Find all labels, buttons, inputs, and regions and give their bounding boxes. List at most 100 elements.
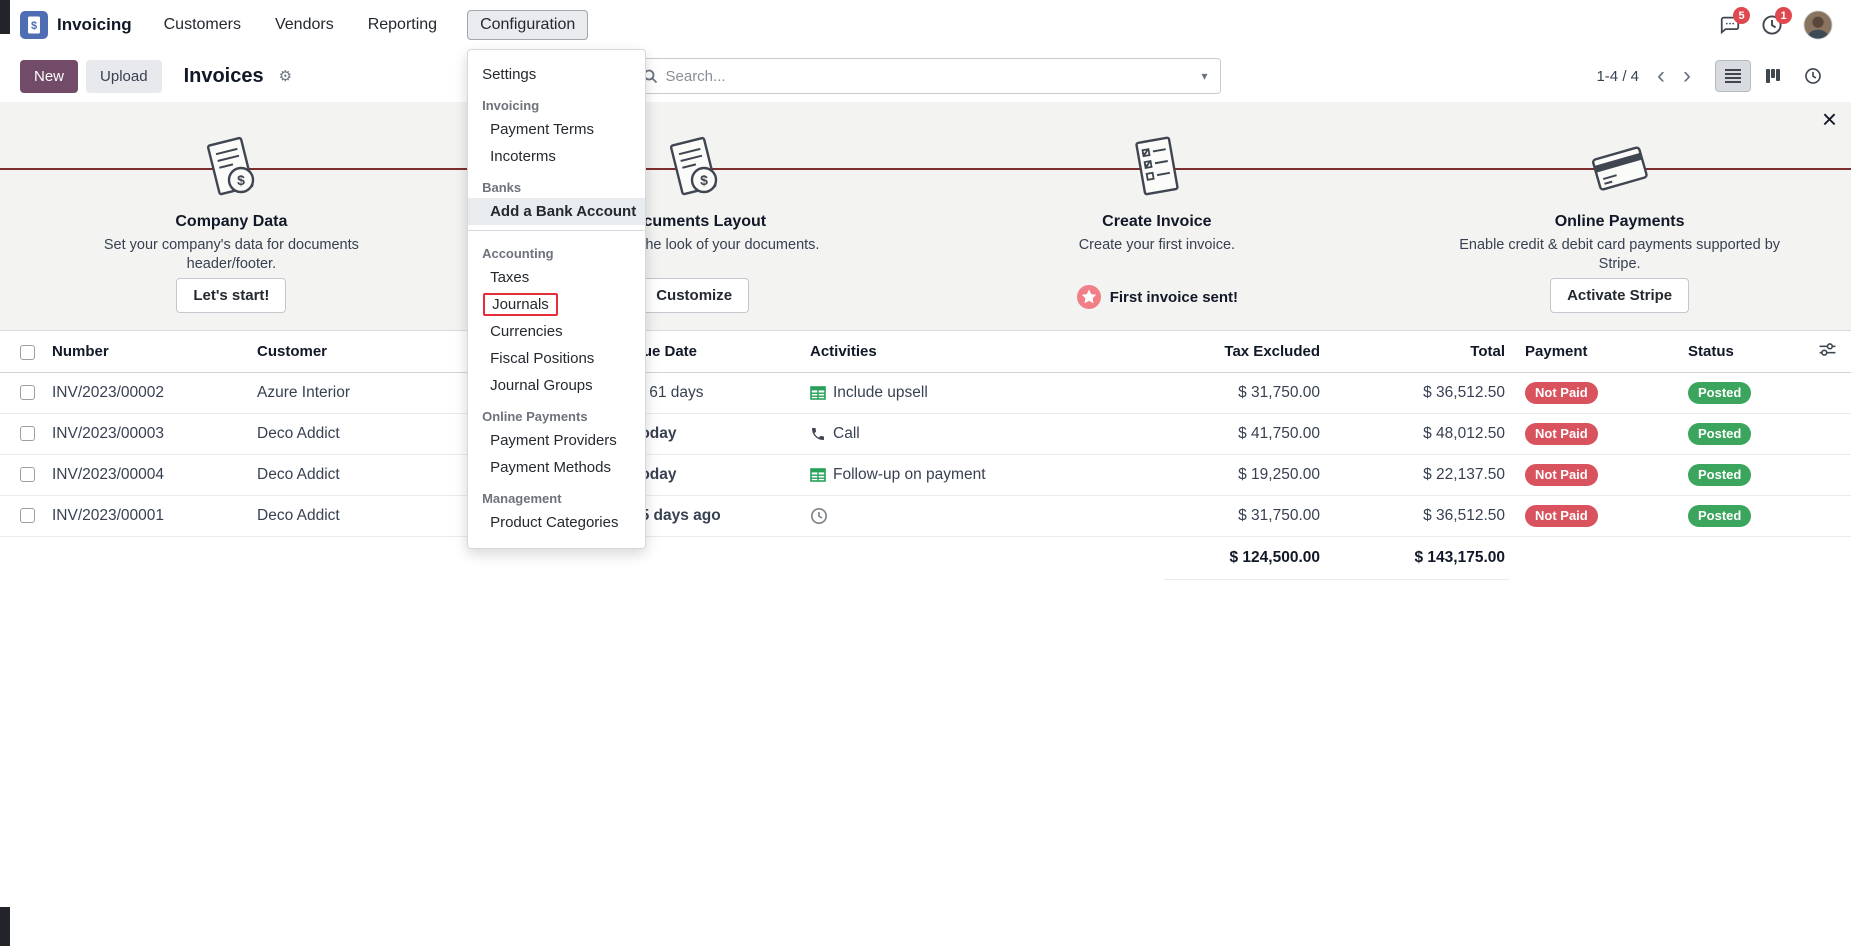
row-checkbox[interactable] (20, 426, 35, 441)
cell-tax-excluded: $ 41,750.00 (1164, 414, 1324, 455)
row-checkbox[interactable] (20, 508, 35, 523)
upload-button[interactable]: Upload (86, 60, 162, 93)
menu-item-product-categories[interactable]: Product Categories (468, 509, 645, 536)
onboarding-step-online-payments: Online Payments Enable credit & debit ca… (1388, 130, 1851, 330)
menu-configuration[interactable]: Configuration Settings Invoicing Payment… (467, 10, 588, 40)
optional-columns-sliders-icon[interactable] (1818, 340, 1837, 359)
list-icon (1724, 68, 1742, 84)
column-header-activities[interactable]: Activities (804, 331, 1164, 373)
first-invoice-done: First invoice sent! (1076, 284, 1238, 310)
cell-total: $ 48,012.50 (1324, 414, 1509, 455)
messages-count-badge: 5 (1733, 7, 1750, 24)
column-header-number[interactable]: Number (46, 331, 251, 373)
column-header-due-date[interactable]: Due Date (626, 331, 804, 373)
screen-edge-artifact-bottom (0, 907, 10, 946)
menu-item-fiscal-positions[interactable]: Fiscal Positions (468, 345, 645, 372)
payment-status-badge: Not Paid (1525, 423, 1598, 446)
first-invoice-sent-label: First invoice sent! (1110, 289, 1238, 306)
cell-activity-label: Include upsell (833, 384, 928, 402)
menu-section-banks: Banks (468, 170, 645, 198)
onboarding-step-create-invoice: Create Invoice Create your first invoice… (926, 130, 1389, 330)
step-description: Create your first invoice. (1079, 236, 1235, 276)
table-row[interactable]: INV/2023/00001 Deco Addict 15 days ago $… (0, 496, 1851, 537)
payment-status-badge: Not Paid (1525, 505, 1598, 528)
menu-item-payment-terms[interactable]: Payment Terms (468, 116, 645, 143)
menu-item-journals[interactable]: Journals (468, 291, 645, 318)
table-row[interactable]: INV/2023/00003 Deco Addict Today Call $ … (0, 414, 1851, 455)
status-badge: Posted (1688, 382, 1751, 405)
main-menu: Customers Vendors Reporting Configuratio… (160, 10, 589, 40)
row-checkbox[interactable] (20, 385, 35, 400)
cell-number: INV/2023/00002 (46, 373, 251, 414)
phone-activity-icon[interactable] (810, 426, 826, 442)
onboarding-steps: $ Company Data Set your company's data f… (0, 102, 1851, 330)
new-button[interactable]: New (20, 60, 78, 93)
list-view-button[interactable] (1715, 60, 1751, 92)
user-avatar[interactable] (1803, 10, 1833, 40)
onboarding-close-button[interactable]: × (1822, 106, 1837, 132)
menu-section-management: Management (468, 481, 645, 509)
menu-item-taxes[interactable]: Taxes (468, 264, 645, 291)
step-title: Company Data (175, 213, 287, 231)
table-row[interactable]: INV/2023/00004 Deco Addict Today Follow-… (0, 455, 1851, 496)
invoicing-app-icon-glyph: $ (20, 11, 48, 39)
menu-reporting[interactable]: Reporting (364, 10, 441, 40)
customize-button[interactable]: Customize (639, 278, 749, 313)
status-badge: Posted (1688, 464, 1751, 487)
pager-previous-button[interactable]: ‹ (1651, 65, 1671, 87)
table-row[interactable]: INV/2023/00002 Azure Interior In 61 days… (0, 373, 1851, 414)
row-checkbox[interactable] (20, 467, 35, 482)
svg-text:$: $ (700, 172, 708, 188)
app-window: $ Invoicing Customers Vendors Reporting … (0, 0, 1851, 946)
cell-tax-excluded: $ 31,750.00 (1164, 496, 1324, 537)
menu-item-payment-providers[interactable]: Payment Providers (468, 427, 645, 454)
menu-section-invoicing: Invoicing (468, 88, 645, 116)
view-settings-gear-icon[interactable]: ⚙ (279, 67, 292, 85)
column-header-status[interactable]: Status (1674, 331, 1804, 373)
spreadsheet-activity-icon[interactable] (810, 385, 826, 401)
status-badge: Posted (1688, 423, 1751, 446)
select-all-checkbox[interactable] (20, 345, 35, 360)
messages-icon[interactable]: 5 (1719, 14, 1741, 36)
star-badge-icon (1076, 284, 1102, 310)
menu-item-journal-groups[interactable]: Journal Groups (468, 372, 645, 399)
cell-number: INV/2023/00004 (46, 455, 251, 496)
cell-total: $ 22,137.50 (1324, 455, 1509, 496)
menu-item-currencies[interactable]: Currencies (468, 318, 645, 345)
pager-range: 1-4 / 4 (1596, 68, 1639, 85)
step-description: Set your company's data for documents he… (66, 236, 396, 276)
column-header-payment[interactable]: Payment (1509, 331, 1674, 373)
menu-customers[interactable]: Customers (160, 10, 245, 40)
pager-next-button[interactable]: › (1677, 65, 1697, 87)
menu-item-incoterms[interactable]: Incoterms (468, 143, 645, 170)
menu-configuration-label: Configuration (480, 16, 575, 33)
app-name[interactable]: Invoicing (57, 15, 132, 35)
column-header-tax-excluded[interactable]: Tax Excluded (1164, 331, 1324, 373)
activities-icon[interactable]: 1 (1761, 14, 1783, 36)
journals-annotation-box: Journals (483, 293, 558, 316)
kanban-view-button[interactable] (1755, 60, 1791, 92)
grand-total: $ 143,175.00 (1324, 537, 1509, 580)
company-data-receipt-icon: $ (198, 130, 264, 208)
spreadsheet-activity-icon[interactable] (810, 467, 826, 483)
search-input[interactable] (666, 68, 1192, 85)
search-options-caret-icon[interactable]: ▾ (1191, 65, 1209, 87)
step-title: Online Payments (1555, 213, 1685, 231)
cell-number: INV/2023/00003 (46, 414, 251, 455)
documents-layout-receipt-icon: $ (661, 130, 727, 208)
invoicing-app-icon[interactable]: $ (20, 11, 48, 39)
menu-item-add-bank-account[interactable]: Add a Bank Account (468, 198, 645, 225)
search-bar: ▾ (631, 58, 1221, 94)
menu-vendors[interactable]: Vendors (271, 10, 338, 40)
cell-due-date: In 61 days (626, 373, 804, 414)
menu-item-settings[interactable]: Settings (468, 61, 645, 88)
menu-section-online-payments: Online Payments (468, 399, 645, 427)
clock-activity-icon[interactable] (810, 507, 828, 525)
lets-start-button[interactable]: Let's start! (176, 278, 286, 313)
cell-total: $ 36,512.50 (1324, 373, 1509, 414)
tax-excluded-total: $ 124,500.00 (1164, 537, 1324, 580)
activate-stripe-button[interactable]: Activate Stripe (1550, 278, 1689, 313)
column-header-total[interactable]: Total (1324, 331, 1509, 373)
menu-item-payment-methods[interactable]: Payment Methods (468, 454, 645, 481)
activity-view-button[interactable] (1795, 60, 1831, 92)
